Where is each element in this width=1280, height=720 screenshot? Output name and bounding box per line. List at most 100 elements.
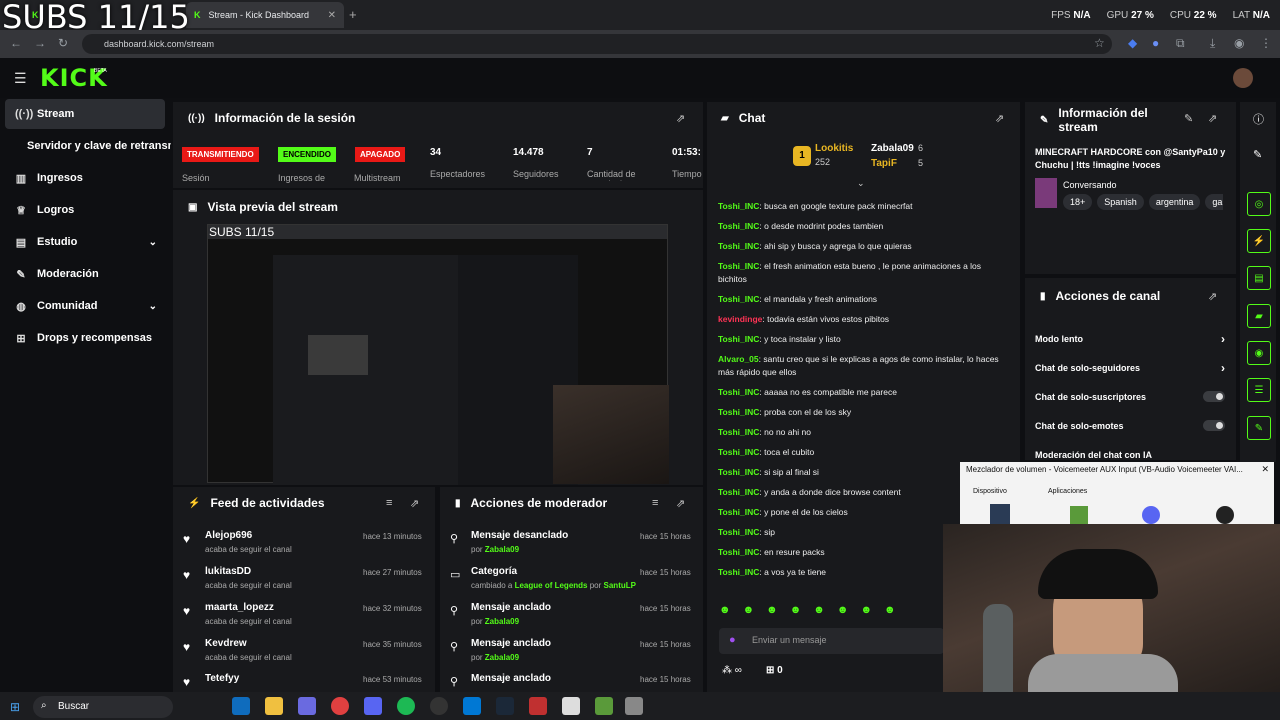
sliders-icon[interactable]: ☰ <box>1247 378 1271 402</box>
pencil-icon[interactable]: ✎ <box>1253 148 1262 161</box>
discord-icon <box>1142 506 1160 524</box>
tab-stream[interactable]: K Stream - Kick Dashboard ✕ <box>186 2 344 28</box>
sidebar-item-drops[interactable]: ⊞ Drops y recompensas <box>5 323 165 353</box>
broadcast-icon[interactable]: ◉ <box>1247 341 1271 365</box>
chat-username[interactable]: Toshi_INC <box>718 407 759 417</box>
avatar[interactable] <box>1233 68 1253 88</box>
followers-only-row[interactable]: Chat de solo-seguidores › <box>1035 361 1225 375</box>
forward-icon[interactable]: → <box>34 36 46 50</box>
wrench-icon[interactable]: ✎ <box>1247 416 1271 440</box>
chat-username[interactable]: Toshi_INC <box>718 547 759 557</box>
chat-username[interactable]: Alvaro_05 <box>718 354 759 364</box>
chat-username[interactable]: Toshi_INC <box>718 527 759 537</box>
mod-action-time: hace 15 horas <box>640 675 691 684</box>
extension-icon[interactable]: ◆ <box>1128 36 1137 50</box>
profile-icon[interactable]: ◉ <box>1234 36 1244 50</box>
document-icon[interactable]: ▤ <box>1247 266 1271 290</box>
explorer-icon[interactable] <box>265 697 283 715</box>
tag[interactable]: gar <box>1205 194 1223 210</box>
chat-placeholder: Enviar un mensaje <box>752 635 827 645</box>
chat-username[interactable]: Toshi_INC <box>718 334 759 344</box>
popout-icon[interactable]: ⇗ <box>410 497 419 510</box>
sidebar-item-comunidad[interactable]: ◍ Comunidad ⌄ <box>5 291 165 321</box>
collapse-icon[interactable]: ⌄ <box>857 178 865 189</box>
new-tab-icon[interactable]: + <box>349 7 357 22</box>
chat-input[interactable]: ● Enviar un mensaje <box>719 628 944 654</box>
sidebar-item-estudio[interactable]: ▤ Estudio ⌄ <box>5 227 165 257</box>
leader-count: 5 <box>918 158 924 168</box>
url-field[interactable]: dashboard.kick.com/stream <box>82 34 1112 54</box>
filter-icon[interactable]: ≡ <box>386 497 392 509</box>
tag[interactable]: argentina <box>1148 194 1201 210</box>
camera-icon[interactable]: ◎ <box>1247 192 1271 216</box>
popout-icon[interactable]: ⇗ <box>995 112 1004 125</box>
spotify-icon[interactable] <box>397 697 415 715</box>
chat-username[interactable]: Toshi_INC <box>718 427 759 437</box>
hamburger-menu-icon[interactable]: ☰ <box>14 70 27 87</box>
feed-name: Tetefyy <box>205 673 240 684</box>
sidebar-item-stream[interactable]: ((·)) Stream <box>5 99 165 129</box>
webcam-overlay <box>943 524 1280 720</box>
bookmark-star-icon[interactable]: ☆ <box>1094 36 1105 50</box>
taskbar-search[interactable]: ⌕ Buscar <box>33 696 173 718</box>
chat-username[interactable]: Toshi_INC <box>718 261 759 271</box>
chat-username[interactable]: Toshi_INC <box>718 294 759 304</box>
subs-only-toggle[interactable] <box>1203 391 1225 402</box>
emotes-only-toggle[interactable] <box>1203 420 1225 431</box>
app-icon-2[interactable] <box>625 697 643 715</box>
menu-kebab-icon[interactable]: ⋮ <box>1260 36 1272 50</box>
chat-title-text: Chat <box>738 111 766 125</box>
stream-preview-video[interactable]: SUBS 11/15 <box>207 224 669 485</box>
close-tab-icon[interactable]: ✕ <box>328 10 336 21</box>
back-icon[interactable]: ← <box>10 36 22 50</box>
tag[interactable]: Spanish <box>1097 194 1144 210</box>
minecraft-taskbar-icon[interactable] <box>595 697 613 715</box>
ai-moderation-row[interactable]: Moderación del chat con IA <box>1035 449 1225 460</box>
chat-username[interactable]: Toshi_INC <box>718 241 759 251</box>
sidebar-item-logros[interactable]: ♕ Logros <box>5 195 165 225</box>
chat-username[interactable]: Toshi_INC <box>718 447 759 457</box>
edit-icon[interactable]: ✎ <box>1184 112 1193 125</box>
obs-taskbar-icon[interactable] <box>430 697 448 715</box>
microphone-icon[interactable]: ● <box>729 634 736 646</box>
chat-username[interactable]: Toshi_INC <box>718 507 759 517</box>
gift-icon[interactable]: ⊞ 0 <box>766 665 783 676</box>
popout-icon[interactable]: ⇗ <box>676 112 685 125</box>
reload-icon[interactable]: ↻ <box>58 36 68 50</box>
app-icon[interactable] <box>562 697 580 715</box>
copilot-icon[interactable] <box>298 697 316 715</box>
popout-icon[interactable]: ⇗ <box>1208 290 1217 303</box>
streaminfo-title-text: Información del stream <box>1058 106 1148 134</box>
chat-username[interactable]: Toshi_INC <box>718 487 759 497</box>
chat-username[interactable]: Toshi_INC <box>718 467 759 477</box>
extension-icon-2[interactable]: ● <box>1152 36 1159 50</box>
voicemeeter-icon[interactable] <box>529 697 547 715</box>
sidebar-item-moderacion[interactable]: ✎ Moderación <box>5 259 165 289</box>
discord-taskbar-icon[interactable] <box>364 697 382 715</box>
edge-icon[interactable] <box>232 697 250 715</box>
chat-username[interactable]: Toshi_INC <box>718 387 759 397</box>
chat-username[interactable]: Toshi_INC <box>718 221 759 231</box>
download-icon[interactable]: ⤓ <box>1210 36 1215 51</box>
filter-icon[interactable]: ≡ <box>652 497 658 509</box>
close-icon[interactable]: ✕ <box>1261 464 1269 475</box>
tag[interactable]: 18+ <box>1063 194 1093 210</box>
chat-username[interactable]: Toshi_INC <box>718 201 759 211</box>
chat-bubble-icon[interactable]: ▰ <box>1247 304 1271 328</box>
extensions-puzzle-icon[interactable]: ⧉ <box>1176 36 1185 51</box>
outlook-icon[interactable] <box>463 697 481 715</box>
popout-icon[interactable]: ⇗ <box>1208 112 1217 125</box>
steam-icon[interactable] <box>496 697 514 715</box>
info-icon[interactable]: ⓘ <box>1253 111 1264 127</box>
sidebar-item-ingresos[interactable]: ▥ Ingresos <box>5 163 165 193</box>
lightning-icon[interactable]: ⚡ <box>1247 229 1271 253</box>
chat-username[interactable]: Toshi_INC <box>718 567 759 577</box>
windows-start-icon[interactable]: ⊞ <box>10 700 20 714</box>
chrome-icon[interactable] <box>331 697 349 715</box>
emote-bar[interactable]: ☻☻☻☻☻☻☻☻ <box>719 604 944 622</box>
points-icon[interactable]: ⁂ ∞ <box>722 665 742 676</box>
slow-mode-row[interactable]: Modo lento › <box>1035 332 1225 346</box>
sidebar-item-server-key[interactable]: Servidor y clave de retransmisión <box>5 131 171 161</box>
chat-username[interactable]: kevindinge <box>718 314 762 324</box>
popout-icon[interactable]: ⇗ <box>676 497 685 510</box>
